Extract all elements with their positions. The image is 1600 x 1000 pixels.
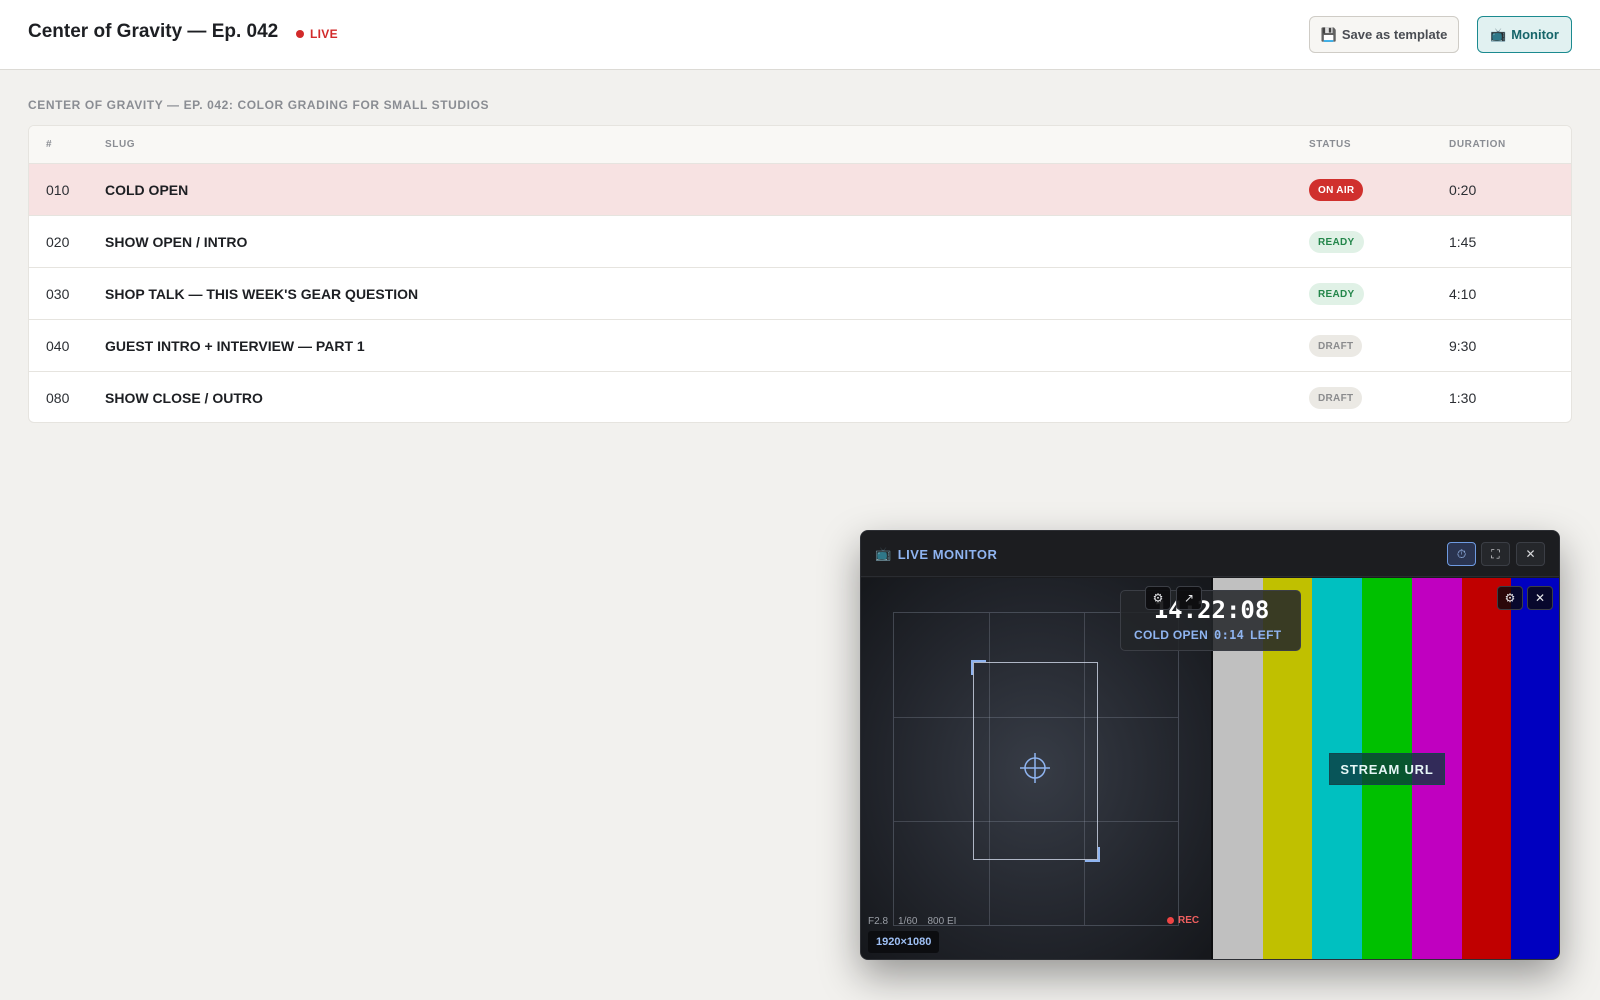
color-bar [1461, 578, 1512, 959]
save-as-template-label: Save as template [1341, 27, 1448, 42]
time-remaining: 0:14 [1214, 628, 1245, 642]
stream-settings-button[interactable]: ⚙ [1497, 586, 1523, 610]
iso-value: 800 EI [927, 916, 957, 927]
row-duration: 1:30 [1449, 390, 1477, 406]
row-number: 080 [46, 390, 70, 406]
recording-indicator: REC [1167, 915, 1199, 926]
popout-icon: ↗ [1183, 591, 1195, 605]
clock-settings-button[interactable]: ⚙ [1145, 586, 1171, 610]
table-row[interactable]: 030 SHOP TALK — THIS WEEK'S GEAR QUESTIO… [29, 268, 1571, 320]
live-dot-icon [296, 30, 304, 38]
monitor-button[interactable]: 📺 Monitor [1477, 16, 1572, 53]
tv-icon: 📺 [1490, 26, 1507, 42]
live-monitor-titlebar[interactable]: 📺 LIVE MONITOR ⏱ ⛶ ✕ [861, 531, 1559, 577]
table-row[interactable]: 080 SHOW CLOSE / OUTRO DRAFT 1:30 [29, 372, 1571, 422]
row-number: 010 [46, 182, 70, 198]
crosshair-icon [1020, 753, 1050, 783]
rundown-table: # SLUG STATUS DURATION 010 COLD OPEN ON … [28, 125, 1572, 423]
close-monitor-button[interactable]: ✕ [1516, 542, 1545, 566]
table-row[interactable]: 020 SHOW OPEN / INTRO READY 1:45 [29, 216, 1571, 268]
live-monitor-title: 📺 LIVE MONITOR [875, 546, 997, 562]
monitor-button-label: Monitor [1511, 27, 1559, 42]
row-number: 020 [46, 234, 70, 250]
rec-dot-icon [1167, 917, 1174, 924]
floppy-disk-icon: 💾 [1320, 26, 1337, 42]
table-header: # SLUG STATUS DURATION [29, 126, 1571, 164]
color-bar [1511, 578, 1559, 959]
row-duration: 1:45 [1449, 234, 1477, 250]
table-row[interactable]: 040 GUEST INTRO + INTERVIEW — PART 1 DRA… [29, 320, 1571, 372]
shutter-value: 1/60 [898, 916, 918, 927]
resolution-badge: 1920×1080 [868, 931, 940, 953]
row-slug: SHOW OPEN / INTRO [105, 234, 248, 250]
current-segment: COLD OPEN [1134, 628, 1209, 642]
column-header-status: STATUS [1309, 139, 1352, 150]
row-duration: 0:20 [1449, 182, 1477, 198]
rundown-title: CENTER OF GRAVITY — EP. 042: COLOR GRADI… [28, 98, 490, 112]
row-number: 040 [46, 338, 70, 354]
row-slug: COLD OPEN [105, 182, 189, 198]
table-row[interactable]: 010 COLD OPEN ON AIR 0:20 [29, 164, 1571, 216]
aperture-value: F2.8 [868, 916, 889, 927]
row-number: 030 [46, 286, 70, 302]
frame-corner-marker [1085, 847, 1100, 862]
row-slug: SHOW CLOSE / OUTRO [105, 390, 263, 406]
column-header-num: # [46, 139, 53, 150]
frame-corner-marker [971, 660, 986, 675]
status-badge: READY [1309, 283, 1364, 305]
close-icon: ✕ [1534, 591, 1546, 605]
fullscreen-icon: ⛶ [1491, 546, 1500, 561]
close-icon: ✕ [1525, 547, 1536, 561]
stream-close-button[interactable]: ✕ [1527, 586, 1553, 610]
status-badge: DRAFT [1309, 387, 1363, 409]
fullscreen-button[interactable]: ⛶ [1481, 542, 1510, 566]
row-slug: SHOP TALK — THIS WEEK'S GEAR QUESTION [105, 286, 419, 302]
time-remaining-suffix: LEFT [1250, 628, 1282, 642]
row-duration: 9:30 [1449, 338, 1477, 354]
tv-icon: 📺 [875, 546, 892, 561]
column-header-slug: SLUG [105, 139, 136, 150]
row-slug: GUEST INTRO + INTERVIEW — PART 1 [105, 338, 365, 354]
status-badge: DRAFT [1309, 335, 1363, 357]
row-duration: 4:10 [1449, 286, 1477, 302]
timer-icon: ⏱ [1456, 546, 1467, 561]
status-badge: READY [1309, 231, 1364, 253]
stream-url-button[interactable]: STREAM URL [1329, 753, 1445, 785]
gear-icon: ⚙ [1504, 591, 1516, 605]
live-monitor-title-label: LIVE MONITOR [897, 546, 998, 562]
live-monitor-window[interactable]: 📺 LIVE MONITOR ⏱ ⛶ ✕ F2.8 1/60 800 EI RE… [860, 530, 1560, 960]
column-header-duration: DURATION [1449, 139, 1506, 150]
segment-countdown: COLD OPEN 0:14 LEFT [1134, 628, 1281, 642]
live-indicator: LIVE [296, 27, 338, 41]
live-label: LIVE [310, 27, 338, 41]
status-badge: ON AIR [1309, 179, 1364, 201]
top-bar: Center of Gravity — Ep. 042 LIVE 💾 Save … [0, 0, 1600, 70]
camera-settings-readout: F2.8 1/60 800 EI [868, 916, 956, 927]
timer-toggle-button[interactable]: ⏱ [1447, 542, 1476, 566]
save-as-template-button[interactable]: 💾 Save as template [1309, 16, 1459, 53]
page-title: Center of Gravity — Ep. 042 [28, 21, 279, 42]
clock-popout-button[interactable]: ↗ [1176, 586, 1202, 610]
gear-icon: ⚙ [1152, 591, 1164, 605]
rec-label: REC [1178, 915, 1200, 926]
